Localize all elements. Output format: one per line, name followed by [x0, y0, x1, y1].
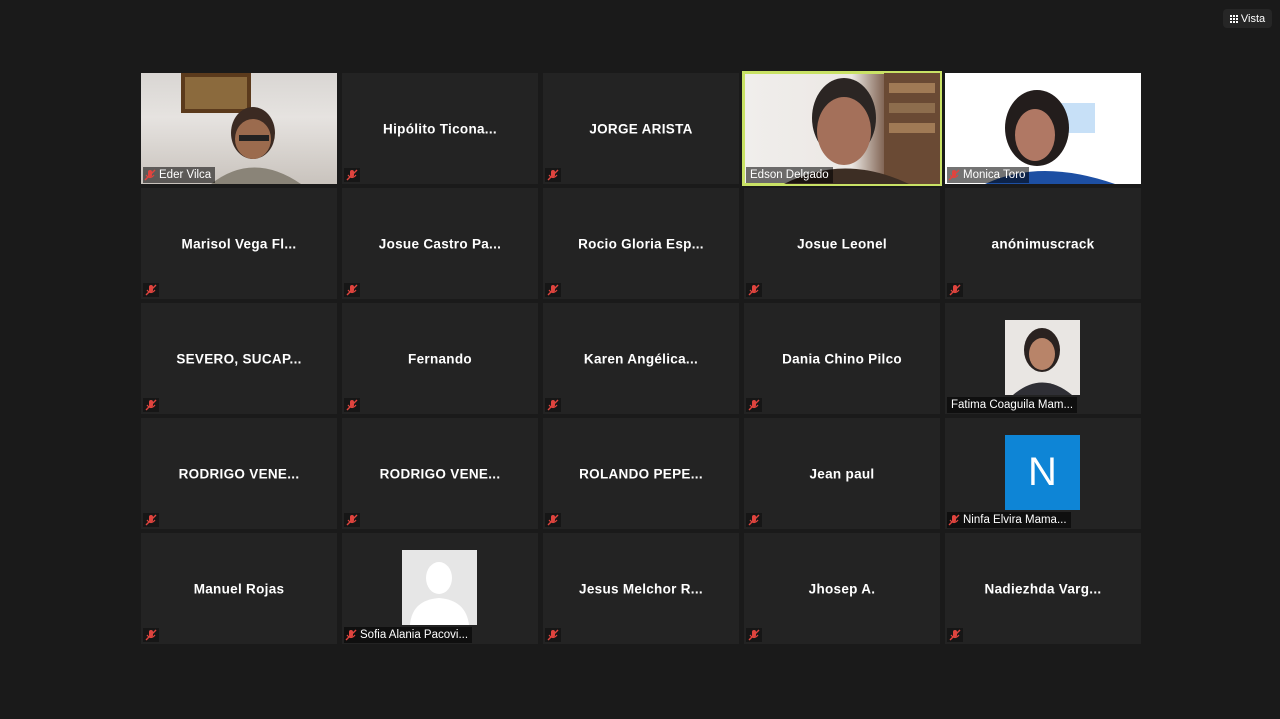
- participant-name: Manuel Rojas: [193, 581, 285, 596]
- participant-tile[interactable]: Rocio Gloria Esp...: [543, 188, 739, 299]
- grid-icon: [1229, 14, 1238, 23]
- muted-mic-icon: [746, 398, 762, 412]
- default-avatar-icon: [402, 550, 477, 625]
- participant-tile[interactable]: Josue Castro Pa...: [342, 188, 538, 299]
- muted-mic-icon: [545, 628, 561, 642]
- participant-name: Dania Chino Pilco: [782, 351, 902, 366]
- muted-mic-icon: [545, 168, 561, 182]
- muted-mic-icon: [344, 513, 360, 527]
- participant-name-label: Monica Toro: [947, 167, 1030, 183]
- participant-name: anónimuscrack: [991, 236, 1095, 251]
- participant-tile[interactable]: Nadiezhda Varg...: [945, 533, 1141, 644]
- participant-name: RODRIGO VENE...: [178, 466, 300, 481]
- participant-name: ROLANDO PEPE...: [579, 466, 703, 481]
- participant-name: JORGE ARISTA: [589, 121, 693, 136]
- muted-mic-icon: [344, 283, 360, 297]
- avatar-letter: N: [1005, 435, 1080, 510]
- participant-tile[interactable]: Josue Leonel: [744, 188, 940, 299]
- muted-mic-icon: [545, 398, 561, 412]
- muted-mic-icon: [143, 628, 159, 642]
- participant-gallery: Eder Vilca Hipólito Ticona... JORGE ARIS…: [141, 71, 1141, 644]
- participant-name-label: Eder Vilca: [143, 167, 216, 183]
- participant-tile[interactable]: SEVERO, SUCAP...: [141, 303, 337, 414]
- participant-tile[interactable]: Fernando: [342, 303, 538, 414]
- participant-name: Josue Castro Pa...: [378, 236, 502, 251]
- muted-mic-icon: [746, 283, 762, 297]
- participant-name: Hipólito Ticona...: [383, 121, 497, 136]
- participant-tile[interactable]: Jean paul: [744, 418, 940, 529]
- participant-tile[interactable]: Dania Chino Pilco: [744, 303, 940, 414]
- participant-tile[interactable]: Fatima Coaguila Mam...: [945, 303, 1141, 414]
- participant-tile[interactable]: Sofia Alania Pacovi...: [342, 533, 538, 644]
- participant-tile[interactable]: Marisol Vega Fl...: [141, 188, 337, 299]
- participant-tile[interactable]: Karen Angélica...: [543, 303, 739, 414]
- muted-mic-icon: [545, 283, 561, 297]
- muted-mic-icon: [344, 628, 358, 642]
- participant-tile[interactable]: Manuel Rojas: [141, 533, 337, 644]
- participant-tile-active-speaker[interactable]: Edson Delgado: [742, 71, 942, 186]
- muted-mic-icon: [947, 168, 961, 182]
- participant-tile[interactable]: RODRIGO VENE...: [342, 418, 538, 529]
- profile-photo: [1005, 320, 1080, 395]
- muted-mic-icon: [143, 283, 159, 297]
- muted-mic-icon: [545, 513, 561, 527]
- participant-name: Nadiezhda Varg...: [984, 581, 1102, 596]
- participant-tile[interactable]: Eder Vilca: [141, 73, 337, 184]
- view-button-label: Vista: [1240, 12, 1266, 25]
- participant-name-label: Fatima Coaguila Mam...: [947, 397, 1078, 413]
- participant-tile[interactable]: JORGE ARISTA: [543, 73, 739, 184]
- muted-mic-icon: [143, 168, 157, 182]
- participant-name: Rocio Gloria Esp...: [578, 236, 704, 251]
- participant-tile[interactable]: RODRIGO VENE...: [141, 418, 337, 529]
- view-button[interactable]: Vista: [1223, 9, 1272, 28]
- participant-tile[interactable]: Monica Toro: [945, 73, 1141, 184]
- participant-name: Jean paul: [809, 466, 875, 481]
- muted-mic-icon: [947, 513, 961, 527]
- muted-mic-icon: [947, 283, 963, 297]
- muted-mic-icon: [143, 513, 159, 527]
- muted-mic-icon: [344, 398, 360, 412]
- participant-name: Jhosep A.: [808, 581, 876, 596]
- participant-name: Josue Leonel: [797, 236, 887, 251]
- participant-tile[interactable]: Hipólito Ticona...: [342, 73, 538, 184]
- muted-mic-icon: [746, 513, 762, 527]
- participant-tile[interactable]: N Ninfa Elvira Mama...: [945, 418, 1141, 529]
- participant-tile[interactable]: Jhosep A.: [744, 533, 940, 644]
- muted-mic-icon: [143, 398, 159, 412]
- participant-name: RODRIGO VENE...: [379, 466, 501, 481]
- participant-tile[interactable]: anónimuscrack: [945, 188, 1141, 299]
- participant-name-label: Sofia Alania Pacovi...: [344, 627, 473, 643]
- participant-name: Karen Angélica...: [583, 351, 699, 366]
- muted-mic-icon: [947, 628, 963, 642]
- participant-tile[interactable]: Jesus Melchor R...: [543, 533, 739, 644]
- participant-name-label: Ninfa Elvira Mama...: [947, 512, 1071, 528]
- participant-name: Marisol Vega Fl...: [181, 236, 297, 251]
- participant-name: Fernando: [408, 351, 472, 366]
- participant-name-label: Edson Delgado: [746, 167, 833, 183]
- muted-mic-icon: [344, 168, 360, 182]
- participant-name: Jesus Melchor R...: [579, 581, 703, 596]
- participant-tile[interactable]: ROLANDO PEPE...: [543, 418, 739, 529]
- muted-mic-icon: [746, 628, 762, 642]
- participant-name: SEVERO, SUCAP...: [176, 351, 302, 366]
